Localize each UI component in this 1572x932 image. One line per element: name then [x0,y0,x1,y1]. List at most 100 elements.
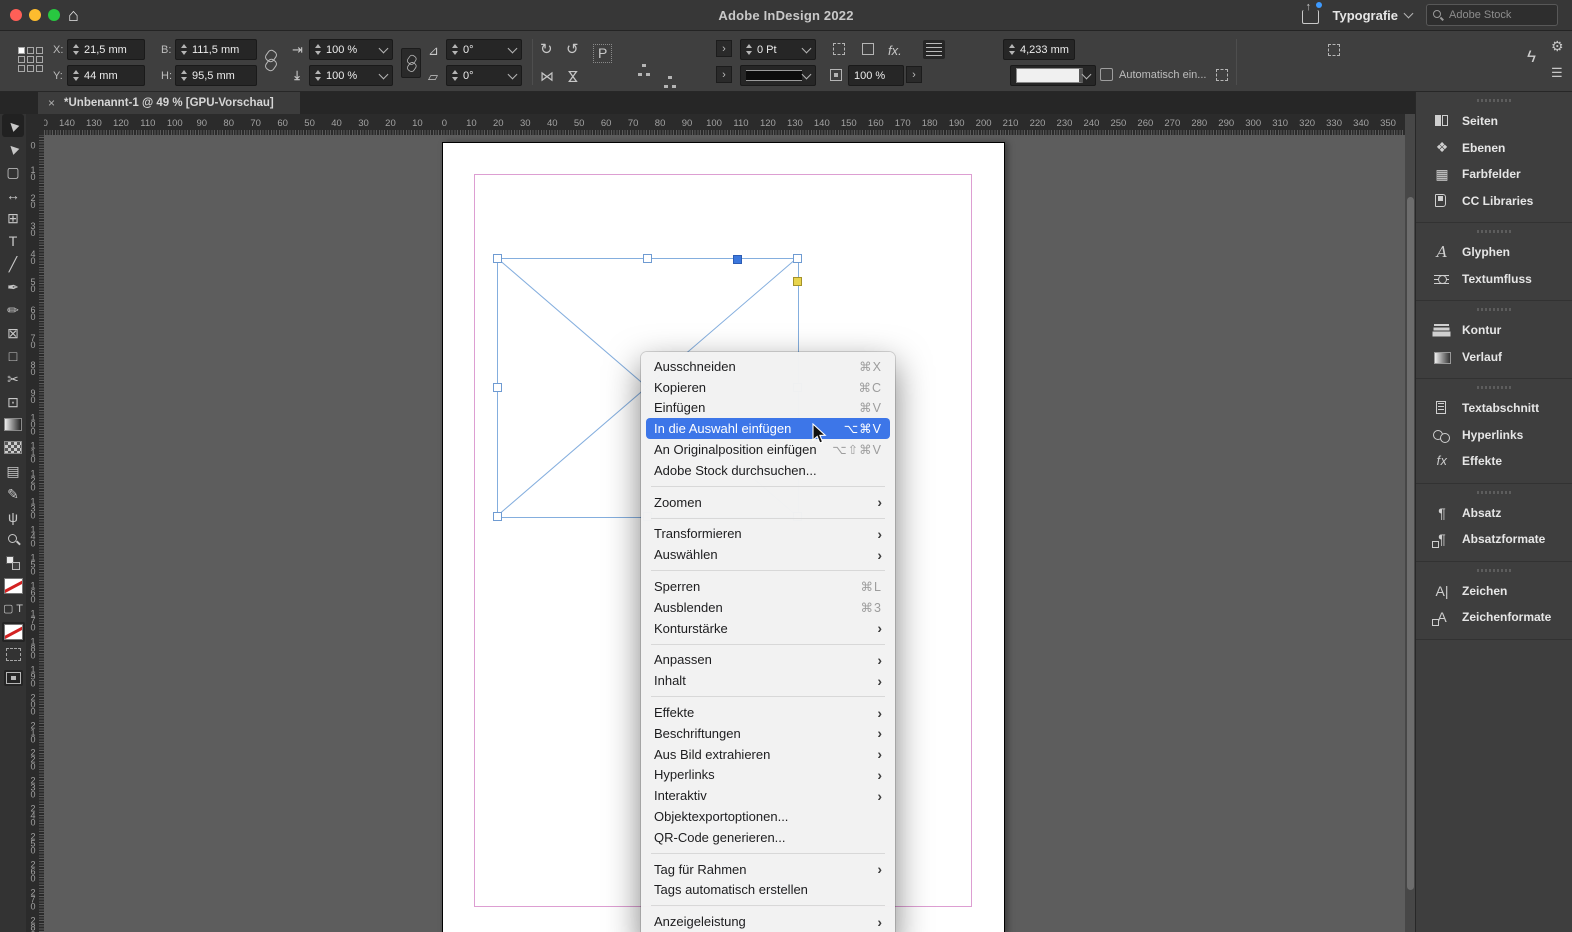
selection-tool-icon[interactable]: ▶ [2,114,24,137]
menu-item-beschriftungen[interactable]: Beschriftungen› [646,723,890,744]
panel-item-effekte[interactable]: fxEffekte [1416,448,1572,475]
hand-tool-icon[interactable]: ψ [1,505,25,528]
type-tool-icon[interactable]: T [1,229,25,252]
close-icon[interactable]: × [48,96,55,110]
rotate-ccw-icon[interactable]: ↺ [566,42,579,57]
note-tool-icon[interactable]: ▤ [1,459,25,482]
menu-item-in-die-auswahl-einfügen[interactable]: In die Auswahl einfügen⌥⌘V [646,418,890,439]
vertical-scrollbar-thumb[interactable] [1407,197,1414,890]
workspace-switcher[interactable]: Typografie [1333,8,1413,23]
panel-item-kontur[interactable]: Kontur [1416,317,1572,344]
panel-item-farbfelder[interactable]: ▦Farbfelder [1416,161,1572,188]
corner-size-field[interactable]: 100 % [848,65,904,86]
menu-item-auswählen[interactable]: Auswählen› [646,544,890,565]
document-tab[interactable]: × *Unbenannt-1 @ 49 % [GPU-Vorschau] [38,92,300,114]
x-position-field[interactable]: 21,5 mm [67,39,145,60]
panel-menu-icon[interactable]: ☰ [1551,65,1563,80]
formatting-container-text-icon[interactable]: ▢ T [1,597,25,620]
menu-item-objektexportoptionen[interactable]: Objektexportoptionen... [646,806,890,827]
auto-fit-checkbox[interactable] [1100,68,1113,81]
stroke-weight-field[interactable]: 0 Pt [740,39,816,60]
gap-tool-icon[interactable]: ↔ [1,183,25,206]
panel-item-absatz[interactable]: ¶Absatz [1416,500,1572,527]
menu-item-interaktiv[interactable]: Interaktiv› [646,785,890,806]
wrap-offset-field[interactable]: 4,233 mm [1003,39,1075,60]
panel-group-grip[interactable] [1477,230,1511,233]
apply-none-button-icon[interactable] [1,620,25,643]
menu-item-adobe-stock-durchsuchen[interactable]: Adobe Stock durchsuchen... [646,460,890,481]
frame-tool-icon[interactable]: ⊠ [1,321,25,344]
content-collector-tool-icon[interactable]: ⊞ [1,206,25,229]
height-field[interactable]: 95,5 mm [175,65,257,86]
frame-handle-middle-left[interactable] [493,383,502,392]
panel-item-zeichen[interactable]: A|Zeichen [1416,578,1572,605]
constrain-dimensions-chain-icon[interactable] [264,50,276,70]
rotation-angle-field[interactable]: 0° [446,39,522,60]
gradient-feather-tool-icon[interactable] [1,436,25,459]
frame-handle-top-left[interactable] [493,254,502,263]
live-corner-widget[interactable] [793,277,802,286]
menu-item-effekte[interactable]: Effekte› [646,702,890,723]
menu-item-einfügen[interactable]: Einfügen⌘V [646,398,890,419]
menu-item-kopieren[interactable]: Kopieren⌘C [646,377,890,398]
corner-options-arrow[interactable]: › [906,66,922,83]
scale-y-field[interactable]: 100 % [309,65,393,86]
effects-fx-icon[interactable]: fx. [888,43,902,58]
gradient-swatch-tool-icon[interactable] [1,413,25,436]
panel-item-absatzformate[interactable]: ¶Absatzformate [1416,526,1572,553]
panel-item-seiten[interactable]: Seiten [1416,108,1572,135]
menu-item-inhalt[interactable]: Inhalt› [646,670,890,691]
reference-point-grid[interactable] [18,47,43,72]
flip-vertical-icon[interactable]: ⋈ [566,70,581,84]
panel-item-cc-libraries[interactable]: CC Libraries [1416,188,1572,215]
panel-item-ebenen[interactable]: ❖Ebenen [1416,135,1572,162]
rectangle-tool-icon[interactable]: □ [1,344,25,367]
pen-tool-icon[interactable]: ✒ [1,275,25,298]
panel-item-zeichenformate[interactable]: AZeichenformate [1416,604,1572,631]
auto-fit-checkbox-row[interactable]: Automatisch ein... [1100,68,1228,81]
panel-group-grip[interactable] [1477,569,1511,572]
page-tool-icon[interactable]: ▢ [1,160,25,183]
fill-options-arrow[interactable]: › [716,40,732,57]
scissors-tool-icon[interactable]: ✂ [1,367,25,390]
distribute-icon-2[interactable] [663,76,676,88]
preview-mode-icon[interactable] [1,643,25,666]
flip-horizontal-icon[interactable]: ⋈ [540,69,554,84]
menu-item-konturstärke[interactable]: Konturstärke› [646,618,890,639]
menu-item-ausschneiden[interactable]: Ausschneiden⌘X [646,356,890,377]
panel-group-grip[interactable] [1477,386,1511,389]
constrain-scale-chain-icon[interactable] [401,48,421,78]
scale-x-field[interactable]: 100 % [309,39,393,60]
free-transform-tool-icon[interactable]: ⊡ [1,390,25,413]
no-text-wrap-button[interactable] [923,40,945,59]
panel-item-textabschnitt[interactable]: Textabschnitt [1416,395,1572,422]
gpu-performance-icon[interactable]: ϟ [1527,49,1536,64]
shear-angle-field[interactable]: 0° [446,65,522,86]
object-style-dropdown[interactable] [1010,65,1096,86]
adobe-stock-search[interactable]: Adobe Stock [1426,4,1558,26]
frame-anchor-selected[interactable] [733,255,742,264]
menu-item-hyperlinks[interactable]: Hyperlinks› [646,765,890,786]
frame-handle-top-center[interactable] [643,254,652,263]
menu-item-sperren[interactable]: Sperren⌘L [646,576,890,597]
menu-item-tag-für-rahmen[interactable]: Tag für Rahmen› [646,859,890,880]
align-to-selection-icon[interactable] [1328,44,1340,56]
pencil-tool-icon[interactable]: ✏ [1,298,25,321]
distribute-icon-1[interactable] [637,64,650,76]
panel-item-verlauf[interactable]: Verlauf [1416,344,1572,371]
menu-item-anpassen[interactable]: Anpassen› [646,650,890,671]
direct-selection-tool-icon[interactable]: ▶ [1,137,25,160]
rotate-cw-icon[interactable]: ↻ [540,42,553,57]
menu-item-an-originalposition-einfügen[interactable]: An Originalposition einfügen⌥⇧⌘V [646,439,890,460]
panel-group-grip[interactable] [1477,491,1511,494]
panel-item-hyperlinks[interactable]: Hyperlinks [1416,422,1572,449]
stroke-options-arrow[interactable]: › [716,66,732,83]
frame-handle-top-right[interactable] [793,254,802,263]
menu-item-qr-code-generieren[interactable]: QR-Code generieren... [646,827,890,848]
frame-handle-bottom-left[interactable] [493,512,502,521]
gear-icon[interactable]: ⚙ [1551,39,1564,54]
frame-shape-icon[interactable] [862,43,874,55]
canvas[interactable]: Ausschneiden⌘XKopieren⌘CEinfügen⌘VIn die… [44,135,1405,932]
menu-item-transformieren[interactable]: Transformieren› [646,524,890,545]
corner-options-icon[interactable] [833,43,845,55]
